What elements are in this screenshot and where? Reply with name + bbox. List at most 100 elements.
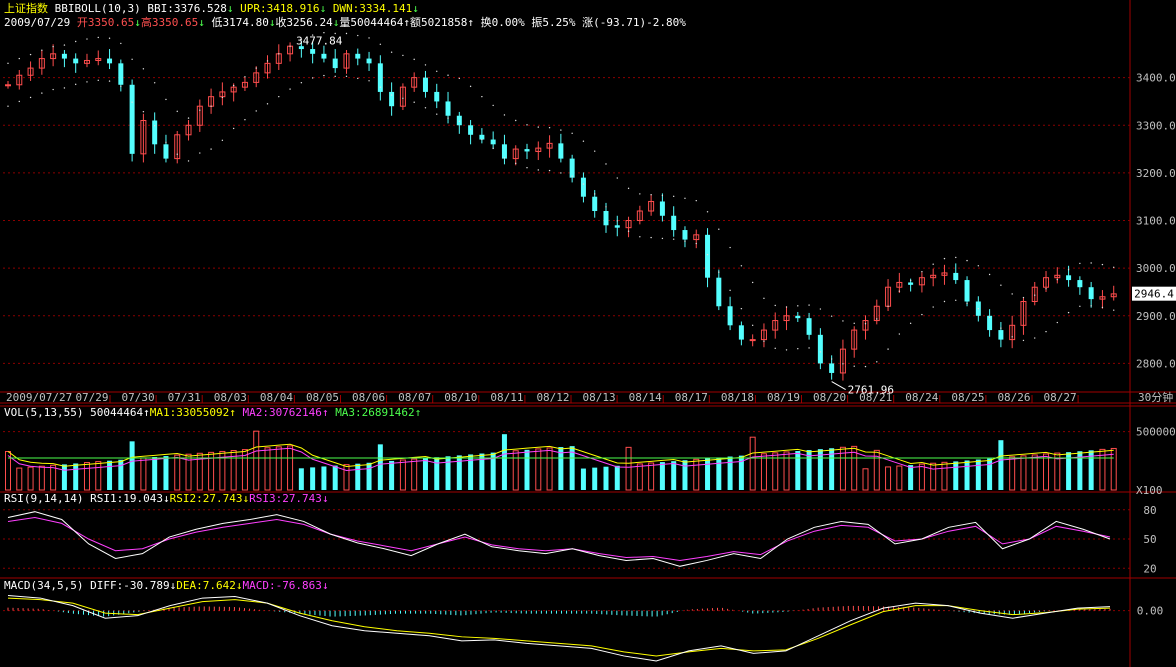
macd-tick-label: 0.00 (1137, 605, 1164, 618)
candle-down (580, 177, 586, 197)
bollinger-band-dot (323, 74, 325, 77)
bollinger-band-dot (469, 128, 472, 130)
bollinger-band-dot (1000, 327, 1002, 329)
bollinger-band-dot (943, 300, 946, 303)
bollinger-band-dot (255, 110, 257, 112)
bollinger-band-dot (1101, 306, 1104, 309)
volume-bar-down (73, 463, 79, 490)
bollinger-band-dot (672, 195, 675, 198)
bollinger-band-dot (458, 77, 461, 80)
candle-down (118, 63, 124, 85)
candle-down (569, 158, 575, 178)
bollinger-band-dot (176, 110, 178, 113)
bollinger-band-dot (210, 148, 212, 150)
vol-tick-label: X100 (1136, 484, 1163, 497)
bollinger-band-dot (199, 109, 201, 111)
bollinger-band-dot (797, 305, 799, 307)
price-tick-label: 3400.00 (1136, 72, 1176, 85)
bollinger-band-dot (526, 167, 528, 169)
bollinger-band-dot (1045, 288, 1047, 290)
stock-chart[interactable]: 3400.00 3300.00 3200.00 3100.00 3000.00 2900.… (0, 0, 1176, 667)
date-tick-label: 07/31 (168, 391, 201, 404)
volume-bar-up (50, 464, 57, 491)
volume-bar-down (501, 434, 507, 490)
volume-bar-up (862, 468, 869, 491)
bollinger-band-dot (548, 169, 551, 172)
bollinger-band-dot (390, 51, 393, 53)
bollinger-band-dot (447, 74, 449, 76)
volume-bar-down (716, 457, 722, 490)
bollinger-band-dot (165, 98, 167, 101)
bollinger-band-dot (819, 308, 822, 310)
volume-bar-up (648, 462, 655, 491)
candle-down (829, 363, 835, 373)
volume-bar-down (129, 441, 135, 490)
rsi-tick-label: 80 (1143, 504, 1156, 517)
bollinger-band-dot (887, 305, 889, 307)
volume-bar-up (140, 457, 147, 491)
bollinger-band-dot (97, 79, 99, 82)
bollinger-band-dot (864, 365, 867, 368)
volume-bar-down (659, 462, 665, 490)
bollinger-band-dot (1113, 266, 1115, 268)
date-tick-label: 08/27 (1044, 391, 1077, 404)
bollinger-band-dot (481, 138, 483, 141)
volume-bar-down (321, 466, 327, 490)
volume-bar-down (975, 459, 981, 490)
bollinger-band-dot (413, 58, 415, 61)
vol-tick-label: 500000 (1136, 426, 1176, 439)
bollinger-band-dot (413, 101, 415, 103)
bollinger-band-dot (785, 306, 788, 308)
bollinger-band-dot (187, 117, 190, 119)
bollinger-band-dot (142, 110, 145, 113)
bollinger-band-dot (1056, 321, 1059, 324)
date-tick-label: 08/14 (629, 391, 662, 404)
dea-line (7, 597, 1111, 657)
bollinger-band-dot (695, 242, 697, 245)
low-annotation-leader (831, 381, 846, 390)
bollinger-band-dot (199, 152, 201, 154)
bollinger-band-dot (1034, 337, 1036, 339)
bollinger-band-dot (492, 147, 494, 149)
bollinger-band-dot (436, 70, 438, 72)
bollinger-band-dot (120, 85, 122, 87)
candle-down (1066, 275, 1072, 281)
candle-down (817, 334, 823, 364)
volume-bar-down (580, 468, 586, 490)
volume-bar-down (998, 440, 1004, 490)
bollinger-band-dot (142, 68, 145, 70)
candle-down (1077, 280, 1083, 288)
bollinger-band-dot (594, 193, 596, 195)
bollinger-band-dot (571, 175, 573, 177)
price-tick-label: 3300.00 (1136, 119, 1176, 132)
volume-bar-up (693, 458, 700, 491)
bollinger-band-dot (1090, 262, 1092, 264)
volume-bar-up (1043, 453, 1050, 491)
volume-bar-down (614, 465, 620, 490)
candle-down (806, 318, 812, 335)
bollinger-band-dot (819, 351, 822, 353)
bollinger-band-dot (278, 53, 280, 55)
candle-down (61, 53, 67, 59)
bollinger-band-dot (639, 193, 641, 195)
bollinger-band-dot (74, 40, 77, 43)
bollinger-band-dot (41, 92, 43, 94)
candle-down (964, 280, 970, 302)
bollinger-band-dot (153, 124, 156, 127)
bollinger-band-dot (706, 253, 709, 256)
date-tick-label: 2009/07/27 (6, 391, 72, 404)
volume-bar-up (287, 445, 294, 491)
bollinger-band-dot (345, 32, 348, 35)
bollinger-band-dot (63, 44, 66, 46)
bollinger-band-dot (560, 129, 562, 131)
bollinger-band-dot (955, 256, 957, 259)
volume-bar-down (389, 460, 395, 490)
bollinger-band-dot (582, 140, 585, 142)
candle-down (107, 58, 113, 64)
candle-down (434, 91, 440, 102)
bollinger-band-dot (334, 75, 336, 78)
bollinger-band-dot (74, 83, 77, 86)
bollinger-band-dot (187, 160, 190, 162)
bollinger-band-dot (368, 37, 370, 39)
volume-bar-down (671, 461, 677, 490)
